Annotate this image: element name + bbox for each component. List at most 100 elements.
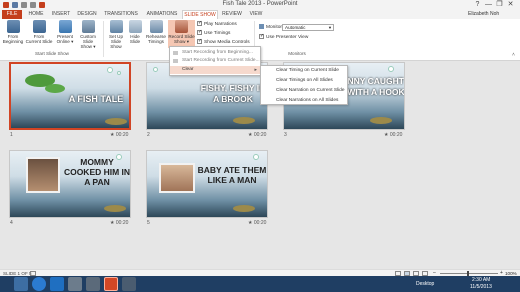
group-divider bbox=[103, 21, 104, 57]
tab-view[interactable]: VIEW bbox=[246, 10, 266, 19]
hide-label-2: Slide bbox=[129, 39, 141, 44]
slide-number: 5 bbox=[147, 220, 150, 226]
stopwatch-icon bbox=[149, 20, 163, 33]
ribbon-tabs: FILE HOME INSERT DESIGN TRANSITIONS ANIM… bbox=[0, 10, 520, 19]
fish-image bbox=[105, 118, 127, 125]
close-button[interactable]: ✕ bbox=[506, 1, 515, 9]
use-timings-label: Use Timings bbox=[204, 30, 231, 36]
app-icon[interactable] bbox=[86, 277, 100, 291]
desktop-label[interactable]: Desktop bbox=[416, 281, 434, 287]
tab-animations[interactable]: ANIMATIONS bbox=[143, 10, 181, 19]
duration-value: 00:20 bbox=[115, 132, 129, 138]
duration-value: 00:20 bbox=[253, 132, 267, 138]
media-icon[interactable] bbox=[68, 277, 82, 291]
monitor-value: Automatic bbox=[285, 25, 306, 30]
use-presenter-view-checkbox[interactable]: Use Presenter View bbox=[259, 33, 309, 40]
outlook-icon[interactable] bbox=[50, 277, 64, 291]
presenter-view-label: Use Presenter View bbox=[266, 34, 309, 40]
slide-thumbnail[interactable]: BABY ATE THEM LIKE A MAN bbox=[146, 150, 268, 218]
bubble bbox=[153, 67, 158, 72]
tab-design[interactable]: DESIGN bbox=[75, 10, 99, 19]
record-slide-show-button[interactable]: Record Slide Show ▾ bbox=[168, 20, 195, 48]
show-media-controls-label: Show Media Controls bbox=[204, 39, 250, 45]
from-current-slide-button[interactable]: From Current Slide bbox=[25, 20, 53, 44]
checkbox-icon bbox=[197, 38, 202, 44]
set-up-slide-show-button[interactable]: Set Up Slide Show bbox=[106, 20, 126, 49]
slide-text: FISHY, FISHY IN A BROOK bbox=[200, 83, 266, 104]
tab-insert[interactable]: INSERT bbox=[49, 10, 73, 19]
zoom-slider[interactable] bbox=[440, 273, 498, 274]
clock-date[interactable]: 11/5/2013 bbox=[470, 284, 492, 290]
clear-timing-current-slide-item[interactable]: Clear Timing on Current Slide bbox=[261, 66, 347, 76]
internet-explorer-icon[interactable] bbox=[32, 277, 46, 291]
monitor-select[interactable]: Automatic ▼ bbox=[282, 24, 334, 31]
custom-slide-show-button[interactable]: Custom Slide Show ▾ bbox=[76, 20, 100, 49]
slide-text: MOMMY COOKED HIM IN A PAN bbox=[63, 157, 131, 187]
slide-duration: ★ 00:20 bbox=[110, 132, 129, 138]
slide-thumbnail[interactable]: MOMMY COOKED HIM IN A PAN bbox=[9, 150, 131, 218]
app-icon-2[interactable] bbox=[122, 277, 136, 291]
chevron-down-icon: ▼ bbox=[328, 25, 332, 30]
slide-duration: ★ 00:20 bbox=[384, 132, 403, 138]
collapse-ribbon-icon[interactable]: ˄ bbox=[512, 52, 515, 58]
clear-timings-all-slides-item[interactable]: Clear Timings on All Slides bbox=[261, 76, 347, 86]
slide-photo bbox=[159, 163, 195, 193]
restore-button[interactable]: ❐ bbox=[495, 1, 504, 9]
rehearse-timings-button[interactable]: Rehearse Timings bbox=[145, 20, 167, 44]
start-recording-from-beginning-item[interactable]: Start Recording from Beginning... bbox=[170, 49, 260, 57]
duration-value: 00:20 bbox=[115, 220, 129, 226]
tab-transitions[interactable]: TRANSITIONS bbox=[101, 10, 141, 19]
clear-menu-item[interactable]: Clear ▸ bbox=[170, 66, 260, 74]
slide-number: 1 bbox=[10, 132, 13, 138]
clear-narrations-all-slides-item[interactable]: Clear Narrations on All Slides bbox=[261, 96, 347, 106]
chevron-right-icon: ▸ bbox=[254, 67, 257, 73]
start-recording-from-current-item[interactable]: Start Recording from Current Slide... bbox=[170, 57, 260, 65]
clock-time[interactable]: 2:30 AM bbox=[472, 277, 490, 283]
help-button[interactable]: ? bbox=[473, 1, 482, 9]
show-media-controls-checkbox[interactable]: Show Media Controls bbox=[197, 38, 250, 45]
checkbox-icon bbox=[197, 20, 202, 26]
duration-value: 00:20 bbox=[389, 132, 403, 138]
set-up-label-2: Slide Show bbox=[110, 39, 122, 49]
slide-photo bbox=[26, 157, 60, 193]
play-narrations-checkbox[interactable]: Play Narrations bbox=[197, 20, 237, 27]
title-bar: Fish Tale 2013 - PowerPoint ? — ❐ ✕ bbox=[0, 0, 520, 10]
status-bar: SLIDE 1 OF 5 – + 100% bbox=[0, 269, 520, 276]
slide-text: A FISH TALE bbox=[68, 94, 124, 104]
slide-text: BABY ATE THEM LIKE A MAN bbox=[197, 165, 267, 185]
powerpoint-taskbar-icon[interactable] bbox=[104, 277, 118, 291]
custom-show-label-2: Show ▾ bbox=[80, 44, 96, 49]
tab-slide-show[interactable]: SLIDE SHOW bbox=[182, 10, 218, 19]
file-explorer-icon[interactable] bbox=[14, 277, 28, 291]
tab-review[interactable]: REVIEW bbox=[220, 10, 244, 19]
globe-icon bbox=[58, 20, 72, 33]
slide-thumbnail[interactable]: A FISH TALE bbox=[9, 62, 131, 130]
use-timings-checkbox[interactable]: Use Timings bbox=[197, 29, 231, 36]
bubble bbox=[107, 67, 113, 73]
minimize-button[interactable]: — bbox=[484, 1, 493, 9]
slideshow-current-icon bbox=[32, 20, 46, 33]
record-icon bbox=[173, 51, 178, 55]
tab-home[interactable]: HOME bbox=[25, 10, 47, 19]
clear-narration-current-slide-item[interactable]: Clear Narration on Current Slide bbox=[261, 86, 347, 96]
fish-image bbox=[370, 117, 392, 124]
bubble bbox=[253, 154, 259, 160]
group-label-monitors: Monitors bbox=[288, 51, 306, 56]
bubble bbox=[388, 66, 394, 72]
group-label-start-slide-show: Start Slide Show bbox=[35, 51, 69, 56]
menu-item-label: Start Recording from Beginning... bbox=[182, 50, 253, 55]
menu-item-label: Start Recording from Current Slide... bbox=[182, 58, 260, 63]
slideshow-start-icon bbox=[6, 20, 20, 33]
record-dropdown-menu: Start Recording from Beginning... Start … bbox=[169, 46, 261, 76]
checkbox-icon bbox=[259, 33, 264, 39]
user-name[interactable]: Elizabeth Noh bbox=[468, 11, 499, 17]
slide-number: 3 bbox=[284, 132, 287, 138]
slide-number: 4 bbox=[10, 220, 13, 226]
custom-show-icon bbox=[81, 20, 95, 33]
checkbox-icon bbox=[197, 29, 202, 35]
tab-file[interactable]: FILE bbox=[2, 10, 22, 19]
rehearse-label-2: Timings bbox=[148, 39, 164, 44]
hide-slide-button[interactable]: Hide Slide bbox=[127, 20, 143, 44]
from-beginning-button[interactable]: From Beginning bbox=[2, 20, 24, 44]
present-online-button[interactable]: Present Online ▾ bbox=[55, 20, 75, 44]
